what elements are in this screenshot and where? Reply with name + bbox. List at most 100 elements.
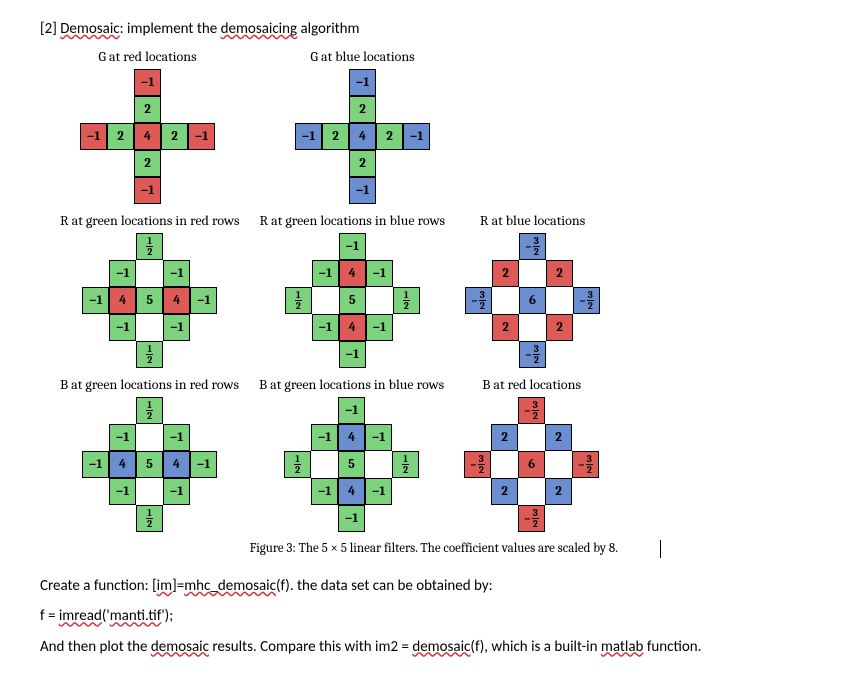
filter-cell: 2: [491, 424, 518, 451]
filter-cell: [573, 314, 600, 341]
filter-cell: [403, 96, 430, 123]
filter-cell: 2: [492, 314, 519, 341]
filter-cell: −1: [190, 287, 217, 314]
filter-cell: [464, 397, 491, 424]
filter-cell: 6: [519, 287, 546, 314]
filter-cell: [322, 177, 349, 204]
filter-cell: [322, 96, 349, 123]
filter-cell: [322, 150, 349, 177]
filter-row-1: G at red locations −12−1242−12−1 G at bl…: [80, 48, 811, 204]
filter-cell: −32: [464, 451, 491, 478]
filter-cell: [393, 260, 420, 287]
filter-cell: [393, 341, 420, 368]
filter-cell: [284, 424, 311, 451]
filter-cell: [376, 96, 403, 123]
filter-cell: [163, 233, 190, 260]
filter-cell: [295, 69, 322, 96]
filter-cell: 5: [338, 451, 365, 478]
filter-cell: −1: [312, 260, 339, 287]
filter-g-red: G at red locations −12−1242−12−1: [80, 48, 215, 204]
filter-cell: [80, 69, 107, 96]
filter-cell: [392, 505, 419, 532]
filter-cell: [188, 96, 215, 123]
filter-cell: [403, 177, 430, 204]
filter-cell: [545, 451, 572, 478]
filter-cell: [82, 260, 109, 287]
filter-cell: [366, 341, 393, 368]
paragraph-3: And then plot the demosaic results. Comp…: [40, 637, 811, 657]
filter-cell: [109, 341, 136, 368]
filter-cell: [161, 69, 188, 96]
filter-grid: −12−1242−12−1: [295, 69, 430, 204]
filter-cell: [403, 69, 430, 96]
filter-cell: −1: [109, 314, 136, 341]
filter-cell: 4: [163, 287, 190, 314]
filter-cell: [136, 314, 163, 341]
filter-cell: 2: [134, 150, 161, 177]
filter-cell: [82, 397, 109, 424]
filter-cell: [136, 260, 163, 287]
filter-cell: 12: [136, 233, 163, 260]
filter-cell: [518, 478, 545, 505]
filter-title: B at green locations in red rows: [60, 376, 239, 393]
filter-g-blue: G at blue locations −12−1242−12−1: [295, 48, 430, 204]
filter-row-2: R at green locations in red rows 12−1−1−…: [60, 212, 811, 368]
filter-cell: [82, 478, 109, 505]
problem-heading: [2] Demosaic: implement the demosaicing …: [40, 20, 811, 38]
filter-cell: [572, 505, 599, 532]
filter-cell: −32: [518, 397, 545, 424]
filter-cell: 12: [136, 505, 163, 532]
filter-cell: [376, 177, 403, 204]
filter-grid: −1−14−112512−14−1−1: [284, 397, 419, 532]
filter-cell: −1: [312, 314, 339, 341]
filter-cell: [82, 341, 109, 368]
filter-cell: [376, 69, 403, 96]
filter-cell: [492, 341, 519, 368]
filter-cell: [491, 397, 518, 424]
filter-cell: [311, 397, 338, 424]
filter-cell: [465, 260, 492, 287]
filter-cell: 4: [338, 424, 365, 451]
filter-cell: [366, 233, 393, 260]
filter-cell: [365, 451, 392, 478]
filter-cell: [285, 260, 312, 287]
filter-cell: [82, 424, 109, 451]
filter-cell: [519, 260, 546, 287]
filter-cell: [376, 150, 403, 177]
filter-grid: 12−1−1−1454−1−1−112: [82, 233, 217, 368]
filter-cell: [545, 397, 572, 424]
filter-cell: [190, 341, 217, 368]
filter-cell: 2: [546, 314, 573, 341]
filter-cell: [464, 478, 491, 505]
filter-cell: [295, 150, 322, 177]
filter-cell: −1: [134, 177, 161, 204]
filter-title: R at green locations in blue rows: [259, 212, 445, 229]
filter-cell: −1: [163, 260, 190, 287]
filter-cell: −1: [311, 424, 338, 451]
filter-grid: 12−1−1−1454−1−1−112: [82, 397, 217, 532]
filter-cell: 4: [339, 314, 366, 341]
filter-cell: [519, 314, 546, 341]
filter-cell: 5: [136, 451, 163, 478]
filter-cell: −1: [339, 341, 366, 368]
filter-cell: 12: [285, 287, 312, 314]
text-cursor: [660, 540, 661, 558]
filter-cell: [366, 287, 393, 314]
filter-cell: [392, 478, 419, 505]
filter-cell: [572, 424, 599, 451]
filter-cell: [188, 69, 215, 96]
filter-cell: [491, 505, 518, 532]
filter-cell: [573, 260, 600, 287]
filter-cell: [161, 150, 188, 177]
filter-title: G at blue locations: [310, 48, 414, 65]
filter-cell: −1: [82, 451, 109, 478]
filter-cell: [545, 505, 572, 532]
filter-cell: 2: [546, 260, 573, 287]
filter-cell: −1: [80, 123, 107, 150]
filter-cell: −1: [109, 478, 136, 505]
filter-r-gr: R at green locations in red rows 12−1−1−…: [60, 212, 239, 368]
filter-cell: [518, 424, 545, 451]
filter-cell: −32: [518, 505, 545, 532]
filter-cell: 4: [349, 123, 376, 150]
filter-cell: 5: [339, 287, 366, 314]
